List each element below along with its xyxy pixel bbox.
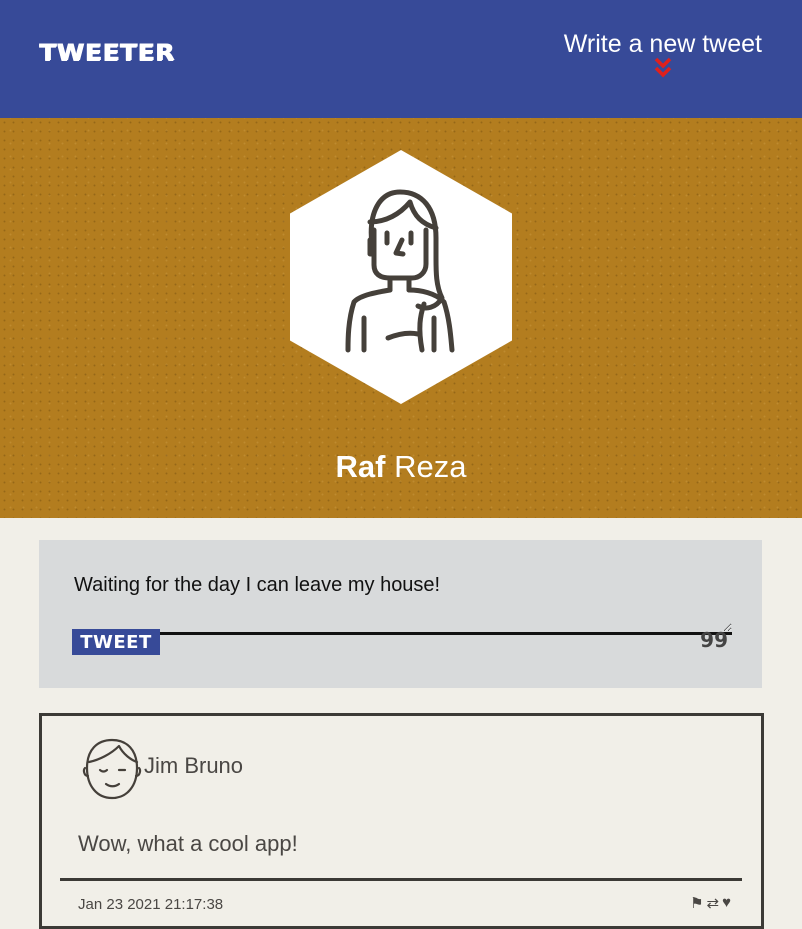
tweet-composer: Waiting for the day I can leave my house… <box>39 540 762 688</box>
tweet-divider <box>60 878 742 881</box>
profile-last-name: Reza <box>394 449 467 484</box>
man-avatar-icon <box>82 738 142 800</box>
write-label-rest: a new tweet <box>628 30 762 58</box>
write-label: Write <box>563 30 622 58</box>
write-new-tweet-button[interactable]: Write a new tweet <box>564 30 762 79</box>
tweet-input[interactable]: Waiting for the day I can leave my house… <box>72 568 732 635</box>
double-chevron-down-icon <box>654 57 672 78</box>
profile-first-name: Raf <box>335 449 386 484</box>
flag-icon[interactable]: ⚑ <box>690 894 703 912</box>
retweet-icon[interactable]: ⇄ <box>707 894 720 912</box>
woman-avatar-icon <box>290 150 512 404</box>
tweet-text: Wow, what a cool app! <box>78 831 298 856</box>
tweet-actions: ⚑ ⇄ ♥ <box>690 894 731 912</box>
tweet-card: Jim Bruno Wow, what a cool app! Jan 23 2… <box>39 713 764 929</box>
character-counter: 99 <box>700 628 728 652</box>
tweet-date: Jan 23 2021 21:17:38 <box>78 896 224 913</box>
brand-logo[interactable]: TWEETER <box>39 39 175 65</box>
profile-header: Raf Reza <box>0 118 802 518</box>
top-nav: TWEETER Write a new tweet <box>0 0 802 118</box>
tweet-button[interactable]: TWEET <box>72 629 160 655</box>
profile-name: Raf Reza <box>0 449 802 485</box>
heart-icon[interactable]: ♥ <box>722 894 731 912</box>
tweet-author: Jim Bruno <box>144 753 244 778</box>
